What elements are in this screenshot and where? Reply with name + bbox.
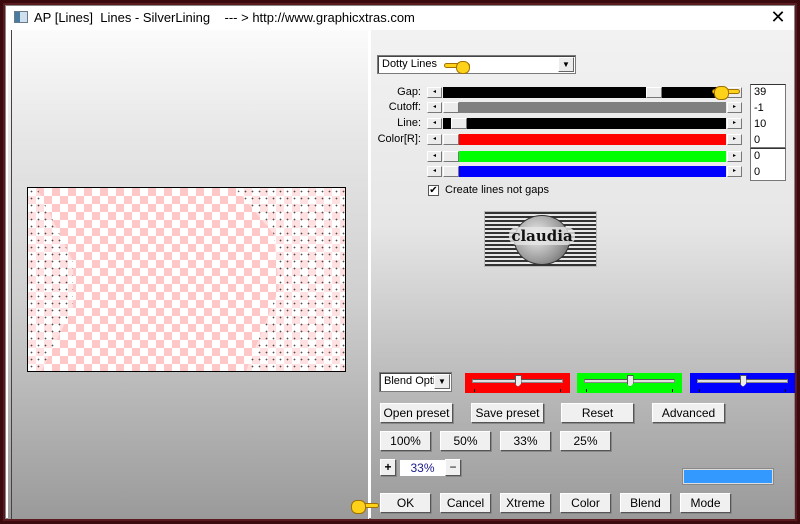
slider-tick [474,389,475,392]
slider-value-field[interactable]: 0 [754,134,760,146]
pointing-hand-icon [444,57,474,75]
slider-label: Gap: [397,86,421,98]
blend-button[interactable]: Blend [620,493,671,513]
create-lines-label: Create lines not gaps [445,184,549,196]
slider-knob[interactable] [514,375,522,387]
slider-left-arrow-icon[interactable]: ◂ [427,134,442,145]
slider-thumb[interactable] [451,118,467,129]
slider-right-arrow-icon[interactable]: ▸ [727,102,742,113]
zoom-in-button[interactable]: + [380,459,396,476]
slider-left-arrow-icon[interactable]: ◂ [427,87,442,98]
slider-value-field[interactable]: 0 [754,166,760,178]
effect-dropdown[interactable]: Dotty Lines ▼ [377,55,576,74]
parameter-slider[interactable]: ◂▸ [427,134,742,146]
parameter-slider[interactable]: ◂▸ [427,118,742,130]
blend-options-dropdown[interactable]: Blend Opti ▼ [379,372,452,392]
zoom-50-button[interactable]: 50% [440,431,491,451]
parameter-slider[interactable]: ◂▸ [427,166,742,178]
parameter-slider[interactable]: ◂▸ [427,151,742,163]
slider-left-arrow-icon[interactable]: ◂ [427,102,442,113]
slider-tick [586,389,587,392]
controls-panel: Dotty Lines ▼ Gap:◂▸Cutoff:◂▸Line:◂▸Colo… [351,30,795,519]
preview-image[interactable] [27,187,346,372]
pointing-hand-icon [351,497,381,515]
chevron-down-icon[interactable]: ▼ [558,57,574,72]
slider-right-arrow-icon[interactable]: ▸ [727,151,742,162]
slider-left-arrow-icon[interactable]: ◂ [427,118,442,129]
slider-track[interactable] [443,134,726,145]
slider-knob[interactable] [739,375,747,387]
slider-track[interactable] [443,102,726,113]
slider-right-arrow-icon[interactable]: ▸ [727,166,742,177]
preview-panel [8,30,369,519]
blend-color-slider[interactable] [690,373,795,393]
zoom-100-button[interactable]: 100% [380,431,431,451]
slider-value-field[interactable]: 39 [754,86,766,98]
slider-value-field[interactable]: 0 [754,150,760,162]
logo-text: claudia [509,227,575,245]
slider-value-field[interactable]: -1 [754,102,764,114]
blend-color-slider[interactable] [577,373,682,393]
slider-label: Line: [397,117,421,129]
cancel-button[interactable]: Cancel [440,493,491,513]
slider-knob[interactable] [626,375,634,387]
parameter-slider[interactable]: ◂▸ [427,102,742,114]
slider-tick [560,389,561,392]
slider-value-field[interactable]: 10 [754,118,766,130]
slider-thumb[interactable] [645,87,662,98]
slider-left-arrow-icon[interactable]: ◂ [427,151,442,162]
reset-button[interactable]: Reset [561,403,634,423]
create-lines-checkbox[interactable]: ✔ [428,184,439,196]
parameter-slider[interactable]: ◂▸ [427,87,742,99]
zoom-level: 33% [400,460,445,476]
color-values-box: 00 [750,148,786,181]
blend-options-value: Blend Opti [384,375,436,387]
slider-tick [699,389,700,392]
create-lines-option[interactable]: ✔ Create lines not gaps [428,184,549,196]
effect-dropdown-value: Dotty Lines [382,58,438,70]
preview-dots-right [235,188,345,371]
claudia-logo: claudia [484,211,597,267]
window-title: AP [Lines] Lines - SilverLining --- > ht… [34,10,415,25]
open-preset-button[interactable]: Open preset [380,403,453,423]
slider-thumb[interactable] [443,134,459,145]
color-button[interactable]: Color [560,493,611,513]
blend-color-slider[interactable] [465,373,570,393]
slider-track[interactable] [443,118,726,129]
slider-thumb[interactable] [443,102,459,113]
zoom-33-button[interactable]: 33% [500,431,551,451]
mode-button[interactable]: Mode [680,493,731,513]
slider-thumb[interactable] [443,166,459,177]
slider-label: Color[R]: [377,133,421,145]
slider-left-arrow-icon[interactable]: ◂ [427,166,442,177]
slider-track[interactable] [443,166,726,177]
slider-right-arrow-icon[interactable]: ▸ [727,118,742,129]
advanced-button[interactable]: Advanced [652,403,725,423]
color-swatch[interactable] [682,468,774,485]
ok-button[interactable]: OK [380,493,431,513]
app-icon [14,11,28,23]
slider-tick [785,389,786,392]
slider-values-box: 39 -1 10 0 [750,84,786,148]
preview-dots-left [28,188,73,371]
slider-track[interactable] [443,151,726,162]
zoom-out-button[interactable]: − [445,459,461,476]
zoom-25-button[interactable]: 25% [560,431,611,451]
title-bar: AP [Lines] Lines - SilverLining --- > ht… [6,6,794,29]
pointing-hand-icon [712,83,742,101]
slider-right-arrow-icon[interactable]: ▸ [727,134,742,145]
xtreme-button[interactable]: Xtreme [500,493,551,513]
slider-track[interactable] [443,87,726,98]
chevron-down-icon[interactable]: ▼ [434,374,450,389]
plugin-window: AP [Lines] Lines - SilverLining --- > ht… [5,5,795,519]
save-preset-button[interactable]: Save preset [471,403,544,423]
close-icon[interactable]: ✕ [768,7,788,27]
slider-thumb[interactable] [443,151,459,162]
slider-tick [672,389,673,392]
slider-label: Cutoff: [388,101,421,113]
